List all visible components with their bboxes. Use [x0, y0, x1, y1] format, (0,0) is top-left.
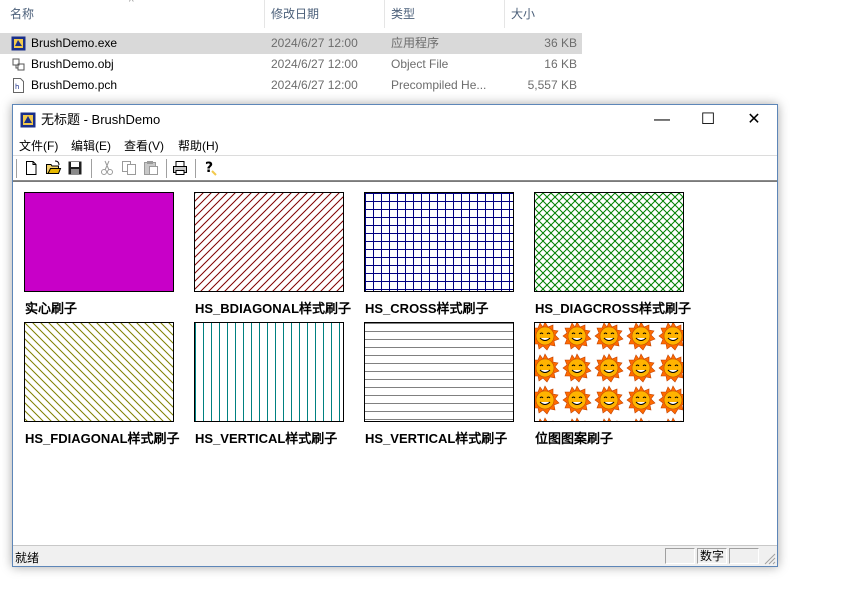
document-file-icon: h	[13, 78, 24, 93]
status-pane-scroll	[729, 548, 759, 564]
object-file-icon	[12, 58, 25, 71]
svg-text:h: h	[15, 83, 19, 91]
fdiagonal-brush-swatch	[24, 322, 174, 422]
toolbar-grip	[16, 159, 18, 178]
copy-icon[interactable]	[120, 159, 138, 177]
app-icon[interactable]	[20, 112, 36, 128]
file-row[interactable]: BrushDemo.obj 2024/6/27 12:00 Object Fil…	[0, 54, 582, 75]
brush-label: HS_DIAGCROSS样式刷子	[535, 301, 692, 316]
save-icon[interactable]	[66, 159, 84, 177]
cross-brush-swatch	[364, 192, 514, 292]
file-size: 36 KB	[544, 36, 577, 50]
paste-icon[interactable]	[142, 159, 160, 177]
toolbar-separator	[195, 159, 197, 178]
file-name: BrushDemo.exe	[31, 36, 118, 50]
help-icon[interactable]: ?	[201, 159, 219, 177]
file-name: BrushDemo.pch	[31, 78, 118, 92]
resize-grip-icon[interactable]	[764, 553, 776, 565]
status-text: 就绪	[15, 551, 40, 565]
menu-edit[interactable]: 编辑(E)	[71, 137, 111, 154]
file-size: 16 KB	[544, 57, 577, 71]
title-bar[interactable]: 无标题 - BrushDemo — ☐ ✕	[13, 105, 777, 135]
brush-label: HS_BDIAGONAL样式刷子	[195, 301, 352, 316]
print-icon[interactable]	[171, 159, 189, 177]
column-header-type[interactable]: 类型	[391, 0, 415, 28]
column-divider[interactable]	[264, 0, 265, 28]
toolbar-separator	[91, 159, 93, 178]
file-name: BrushDemo.obj	[31, 57, 114, 71]
file-row[interactable]: h BrushDemo.pch 2024/6/27 12:00 Precompi…	[0, 75, 582, 96]
window-title: 无标题 - BrushDemo	[41, 112, 161, 127]
column-divider[interactable]	[384, 0, 385, 28]
brush-label: HS_FDIAGONAL样式刷子	[25, 431, 180, 446]
menu-file[interactable]: 文件(F)	[19, 137, 58, 154]
brushdemo-window: 无标题 - BrushDemo — ☐ ✕ 文件(F) 编辑(E) 查看(V) …	[12, 104, 778, 567]
file-date: 2024/6/27 12:00	[271, 78, 358, 92]
sort-arrow-icon: ^	[129, 0, 134, 8]
file-date: 2024/6/27 12:00	[271, 36, 358, 50]
status-bar: 就绪 数字	[13, 545, 777, 566]
file-type: Object File	[391, 57, 449, 71]
application-icon	[11, 36, 26, 51]
brush-label: 实心刷子	[25, 301, 78, 316]
status-pane-caps	[665, 548, 695, 564]
file-date: 2024/6/27 12:00	[271, 57, 358, 71]
file-type: Precompiled He...	[391, 78, 487, 92]
client-area: 实心刷子 HS_BDIAGONAL样式刷子 HS_CROSS样式刷子 HS_DI…	[13, 181, 777, 547]
file-explorer-list: ^ 名称 修改日期 类型 大小 BrushDemo.exe 2024/6/27 …	[0, 0, 584, 110]
status-pane-num: 数字	[697, 548, 727, 564]
column-header-name[interactable]: 名称	[10, 0, 34, 28]
svg-text:?: ?	[205, 160, 213, 176]
file-row[interactable]: BrushDemo.exe 2024/6/27 12:00 应用程序 36 KB	[0, 33, 582, 54]
minimize-button[interactable]: —	[639, 105, 685, 135]
brush-label: 位图图案刷子	[535, 431, 614, 446]
toolbar-separator	[166, 159, 168, 178]
maximize-button[interactable]: ☐	[685, 105, 731, 135]
brush-label: HS_VERTICAL样式刷子	[365, 431, 508, 446]
new-icon[interactable]	[22, 159, 40, 177]
horizontal-brush-swatch	[364, 322, 514, 422]
menu-help[interactable]: 帮助(H)	[178, 137, 219, 154]
brush-label: HS_VERTICAL样式刷子	[195, 431, 338, 446]
file-type: 应用程序	[391, 36, 440, 50]
menu-view[interactable]: 查看(V)	[124, 137, 164, 154]
column-header-date[interactable]: 修改日期	[271, 0, 319, 28]
menu-bar: 文件(F) 编辑(E) 查看(V) 帮助(H)	[13, 135, 777, 155]
open-icon[interactable]	[44, 159, 62, 177]
diagcross-brush-swatch	[534, 192, 684, 292]
cut-icon[interactable]	[98, 159, 116, 177]
brush-label: HS_CROSS样式刷子	[365, 301, 489, 316]
file-size: 5,557 KB	[527, 78, 577, 92]
bdiagonal-brush-swatch	[194, 192, 344, 292]
bitmap-brush-swatch	[534, 322, 684, 422]
vertical-brush-swatch	[194, 322, 344, 422]
close-button[interactable]: ✕	[731, 105, 777, 135]
toolbar: ?	[13, 155, 777, 181]
column-divider[interactable]	[504, 0, 505, 28]
column-header-size[interactable]: 大小	[511, 0, 535, 28]
solid-brush-swatch	[24, 192, 174, 292]
